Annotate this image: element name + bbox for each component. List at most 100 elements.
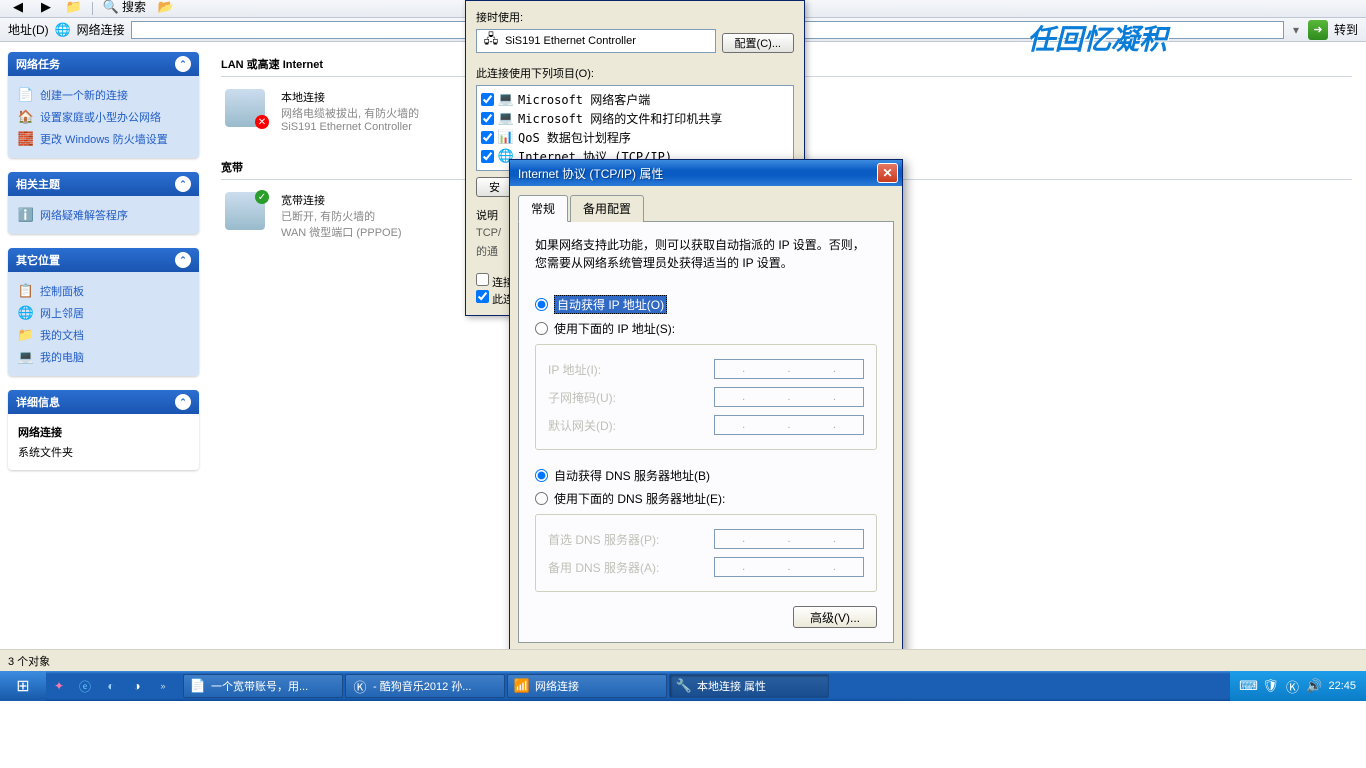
sidebar-item-network-places[interactable]: 🌐网上邻居 (18, 302, 189, 324)
advanced-button[interactable]: 高级(V)... (793, 606, 877, 628)
radio-input[interactable] (535, 492, 548, 505)
tray-clock[interactable]: 22:45 (1328, 680, 1356, 692)
task-icon: Ⓚ (352, 678, 368, 694)
panel-header[interactable]: 其它位置 ⌃ (8, 248, 199, 272)
task-icon: 🔧 (676, 678, 692, 694)
sidebar: 网络任务 ⌃ 📄创建一个新的连接 🏠设置家庭或小型办公网络 🧱更改 Window… (0, 42, 207, 649)
back-icon: ◀ (10, 0, 26, 15)
task-button-active[interactable]: 🔧本地连接 属性 (669, 674, 829, 698)
radio-label: 使用下面的 DNS 服务器地址(E): (554, 490, 725, 507)
app-icon: ◐ (107, 679, 114, 693)
sidebar-item-home-network[interactable]: 🏠设置家庭或小型办公网络 (18, 106, 189, 128)
panel-title: 详细信息 (16, 394, 60, 410)
forward-button[interactable]: ▶ (32, 0, 60, 17)
close-button[interactable]: ✕ (877, 163, 898, 183)
tray-shield-icon[interactable]: 🛡 (1262, 678, 1278, 694)
sidebar-item-my-computer[interactable]: 💻我的电脑 (18, 346, 189, 368)
panel-header[interactable]: 网络任务 ⌃ (8, 52, 199, 76)
dns1-input: ... (714, 529, 864, 549)
item-checkbox[interactable] (481, 93, 494, 106)
go-button[interactable]: ➜ (1308, 20, 1328, 40)
tray-app-icon[interactable]: Ⓚ (1284, 678, 1300, 694)
panel-header[interactable]: 相关主题 ⌃ (8, 172, 199, 196)
quicklaunch-expand[interactable]: » (150, 671, 176, 701)
list-item[interactable]: 💻Microsoft 网络的文件和打印机共享 (481, 109, 789, 128)
panel-header[interactable]: 详细信息 ⌃ (8, 390, 199, 414)
radio-manual-dns[interactable]: 使用下面的 DNS 服务器地址(E): (535, 487, 877, 510)
ip-address-input: ... (714, 359, 864, 379)
address-value: 网络连接 (77, 21, 125, 38)
radio-auto-ip[interactable]: 自动获得 IP 地址(O) (535, 292, 877, 317)
quicklaunch-item[interactable]: ◐ (98, 671, 124, 701)
ip-address-row: IP 地址(I): ... (548, 355, 864, 383)
radio-label: 自动获得 IP 地址(O) (554, 295, 667, 314)
link-label: 更改 Windows 防火墙设置 (40, 131, 168, 147)
connection-broadband[interactable]: 宽带连接 已断开, 有防火墙的 WAN 微型端口 (PPPOE) (221, 188, 451, 244)
radio-input[interactable] (535, 469, 548, 482)
list-item[interactable]: 📊QoS 数据包计划程序 (481, 128, 789, 147)
radio-auto-dns[interactable]: 自动获得 DNS 服务器地址(B) (535, 464, 877, 487)
panel-other-places: 其它位置 ⌃ 📋控制面板 🌐网上邻居 📁我的文档 💻我的电脑 (8, 248, 199, 376)
subnet-mask-row: 子网掩码(U): ... (548, 383, 864, 411)
radio-input[interactable] (535, 322, 548, 335)
task-icon: 📄 (190, 678, 206, 694)
address-dropdown[interactable]: ▾ (1290, 23, 1302, 37)
sidebar-item-new-connection[interactable]: 📄创建一个新的连接 (18, 84, 189, 106)
panel-title: 相关主题 (16, 176, 60, 192)
status-text: 3 个对象 (8, 656, 50, 668)
ip-fieldset: IP 地址(I): ... 子网掩码(U): ... 默认网关(D): ... (535, 344, 877, 450)
folders-button[interactable]: 📂 (152, 0, 180, 17)
link-label: 控制面板 (40, 283, 84, 299)
status-bar: 3 个对象 (0, 649, 1366, 671)
tray-keyboard-icon[interactable]: ⌨ (1240, 678, 1256, 694)
configure-button[interactable]: 配置(C)... (722, 33, 794, 53)
app-icon: ✦ (54, 679, 64, 693)
sidebar-item-troubleshoot[interactable]: ℹ️网络疑难解答程序 (18, 204, 189, 226)
sidebar-item-firewall[interactable]: 🧱更改 Windows 防火墙设置 (18, 128, 189, 150)
item-label: Microsoft 网络客户端 (518, 91, 650, 108)
start-button[interactable]: ⊞ (0, 671, 46, 701)
client-icon: 💻 (498, 92, 514, 108)
dialog-body: 常规 备用配置 如果网络支持此功能，则可以获取自动指派的 IP 设置。否则， 您… (510, 186, 902, 689)
items-label: 此连接使用下列项目(O): (476, 65, 794, 81)
task-button[interactable]: 📶网络连接 (507, 674, 667, 698)
search-button[interactable]: 🔍搜索 (97, 0, 152, 17)
panel-related: 相关主题 ⌃ ℹ️网络疑难解答程序 (8, 172, 199, 234)
sidebar-item-control-panel[interactable]: 📋控制面板 (18, 280, 189, 302)
list-item[interactable]: 💻Microsoft 网络客户端 (481, 90, 789, 109)
limited-checkbox[interactable] (476, 290, 489, 303)
app-icon: ◑ (133, 679, 140, 693)
folder-up-icon: 📁 (66, 0, 82, 15)
quicklaunch-item[interactable]: ◑ (124, 671, 150, 701)
sidebar-item-my-documents[interactable]: 📁我的文档 (18, 324, 189, 346)
tab-general[interactable]: 常规 (518, 195, 568, 222)
notify-checkbox[interactable] (476, 273, 489, 286)
dialog-titlebar[interactable]: Internet 协议 (TCP/IP) 属性 ✕ (510, 160, 902, 186)
link-label: 创建一个新的连接 (40, 87, 128, 103)
close-icon: ✕ (882, 166, 892, 180)
connection-name: 宽带连接 (281, 192, 402, 208)
ie-icon: ⓔ (79, 678, 91, 695)
tray-volume-icon[interactable]: 🔊 (1306, 678, 1322, 694)
gateway-row: 默认网关(D): ... (548, 411, 864, 439)
up-button[interactable]: 📁 (60, 0, 88, 17)
back-button[interactable]: ◀ (4, 0, 32, 17)
task-button[interactable]: Ⓚ- 酷狗音乐2012 孙... (345, 674, 505, 698)
radio-manual-ip[interactable]: 使用下面的 IP 地址(S): (535, 317, 877, 340)
search-icon: 🔍 (103, 0, 119, 15)
quicklaunch-ie[interactable]: ⓔ (72, 671, 98, 701)
chevron-icon: » (160, 681, 165, 691)
task-button[interactable]: 📄一个宽带账号，用... (183, 674, 343, 698)
lan-icon (225, 89, 273, 135)
link-label: 我的电脑 (40, 349, 84, 365)
item-checkbox[interactable] (481, 112, 494, 125)
radio-input[interactable] (535, 298, 548, 311)
tab-alternate[interactable]: 备用配置 (570, 195, 644, 222)
quicklaunch-item[interactable]: ✦ (46, 671, 72, 701)
connection-lan[interactable]: 本地连接 网络电缆被拔出, 有防火墙的 SiS191 Ethernet Cont… (221, 85, 451, 139)
item-checkbox[interactable] (481, 150, 494, 163)
forward-icon: ▶ (38, 0, 54, 15)
install-button[interactable]: 安 (476, 177, 513, 197)
item-checkbox[interactable] (481, 131, 494, 144)
connection-adapter: SiS191 Ethernet Controller (281, 121, 419, 133)
